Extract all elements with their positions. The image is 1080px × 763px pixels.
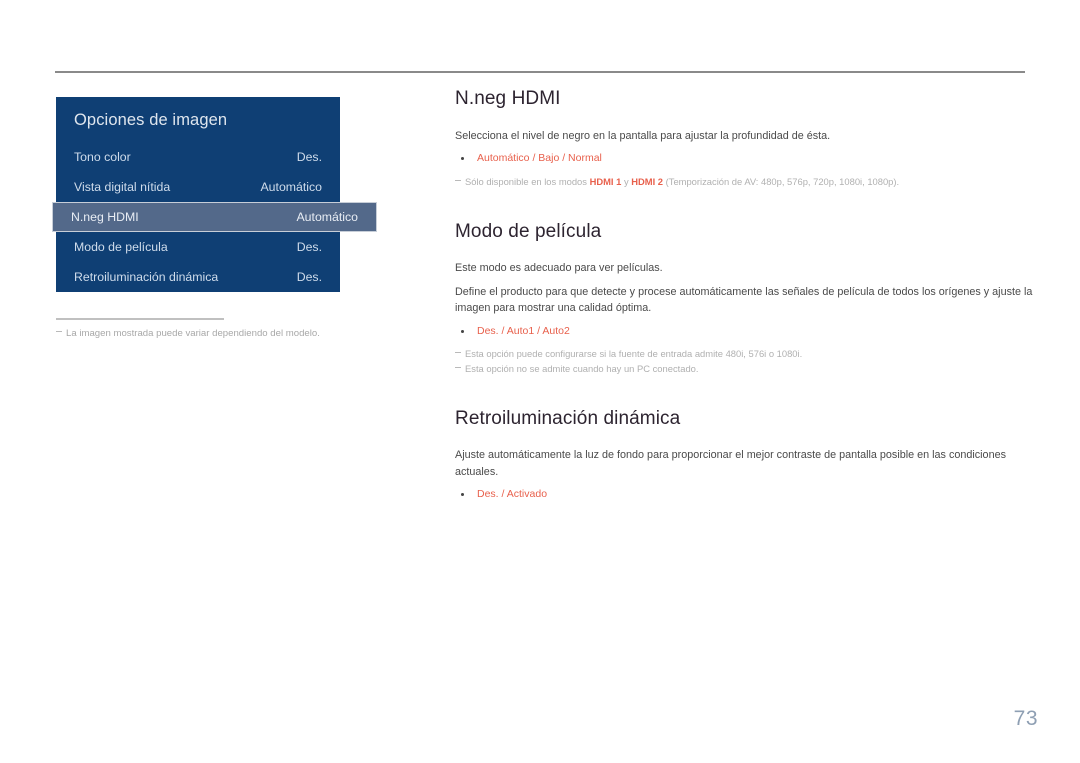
option-default-value: Des. <box>477 324 499 337</box>
option-list: Des. / Auto1 / Auto2 <box>455 324 1035 340</box>
osd-row-selected[interactable]: N.neg HDMI Automático <box>52 202 377 232</box>
content-column: N.neg HDMI Selecciona el nivel de negro e… <box>455 88 1035 503</box>
section-paragraph: Define el producto para que detecte y pr… <box>455 285 1033 315</box>
footnote-dash-icon <box>56 331 62 333</box>
content-section: Modo de película Este modo es adecuado pa… <box>455 221 1035 377</box>
footnote-text: Esta opción puede configurarse si la fue… <box>465 348 803 360</box>
osd-menu-title: Opciones de imagen <box>74 111 228 129</box>
osd-caption-text: La imagen mostrada puede variar dependie… <box>66 328 320 339</box>
osd-row[interactable]: Tono color Des. <box>56 142 340 172</box>
osd-row-label: N.neg HDMI <box>71 210 139 224</box>
option-default-value: Automático <box>477 152 530 165</box>
option-other-values: / Bajo / Normal <box>529 152 602 165</box>
osd-row-value: Des. <box>296 240 322 254</box>
osd-row-label: Modo de película <box>74 240 168 254</box>
option-other-values: / Auto1 / Auto2 <box>498 324 570 337</box>
footnote-highlight: HDMI 2 <box>631 176 664 187</box>
section-paragraph: Este modo es adecuado para ver películas… <box>455 262 663 275</box>
osd-row-value: Des. <box>296 270 322 284</box>
page-number: 73 <box>1013 707 1038 730</box>
content-section: N.neg HDMI Selecciona el nivel de negro e… <box>455 88 1035 190</box>
manual-page: Opciones de imagen Tono color Des. Vista d… <box>0 0 1080 763</box>
osd-row-value: Automático <box>296 210 358 224</box>
osd-row-spacer: N.neg HDMI Automático <box>52 202 377 232</box>
section-heading: Retroiluminación dinámica <box>455 407 681 429</box>
section-footnote: Sólo disponible en los modos HDMI 1 y HD… <box>455 175 1035 190</box>
osd-row-label: Tono color <box>74 150 131 164</box>
osd-caption-note: La imagen mostrada puede variar dependie… <box>56 328 386 339</box>
option-other-values: / Activado <box>498 488 548 501</box>
osd-row-label: Vista digital nítida <box>74 180 171 194</box>
option-list: Des. / Activado <box>455 487 1035 503</box>
option-default-value: Des. <box>477 488 499 501</box>
section-footnote: Esta opción puede configurarse si la fue… <box>455 347 1035 362</box>
osd-row-value: Des. <box>296 150 322 164</box>
osd-row[interactable]: Modo de película Des. <box>56 232 340 262</box>
option-item: Automático / Bajo / Normal <box>455 151 1035 167</box>
section-paragraph: Selecciona el nivel de negro en la panta… <box>455 129 831 142</box>
footnote-text: Esta opción no se admite cuando hay un P… <box>465 362 699 374</box>
osd-menu-panel: Opciones de imagen Tono color Des. Vista d… <box>52 97 377 292</box>
section-footnote: Esta opción no se admite cuando hay un P… <box>455 362 1035 377</box>
footnote-text: Sólo disponible en los modos <box>465 176 590 187</box>
content-section: Retroiluminación dinámica Ajuste automáti… <box>455 408 1035 503</box>
option-item: Des. / Activado <box>455 487 1035 503</box>
section-heading: N.neg HDMI <box>455 88 561 109</box>
footnote-dash-icon <box>455 352 461 354</box>
osd-row-label: Retroiluminación dinámica <box>74 270 219 284</box>
footnote-text: y <box>621 176 632 187</box>
footnote-dash-icon <box>455 366 461 369</box>
footnote-text: (Temporización de AV: 480p, 576p, 720p, … <box>663 176 900 187</box>
caption-divider <box>56 318 224 320</box>
section-heading: Modo de película <box>455 220 602 242</box>
osd-menu-rows: Tono color Des. Vista digital nítida Automá… <box>52 142 377 292</box>
osd-row[interactable]: Vista digital nítida Automático <box>56 172 340 202</box>
osd-row-value: Automático <box>260 180 322 194</box>
footnote-dash-icon <box>455 180 461 182</box>
osd-row[interactable]: Retroiluminación dinámica Des. <box>56 262 340 292</box>
section-paragraph: Ajuste automáticamente la luz de fondo p… <box>455 449 1006 478</box>
option-item: Des. / Auto1 / Auto2 <box>455 324 1035 340</box>
footnote-highlight: HDMI 1 <box>589 176 622 187</box>
option-list: Automático / Bajo / Normal <box>455 151 1035 167</box>
page-top-rule <box>55 71 1025 73</box>
